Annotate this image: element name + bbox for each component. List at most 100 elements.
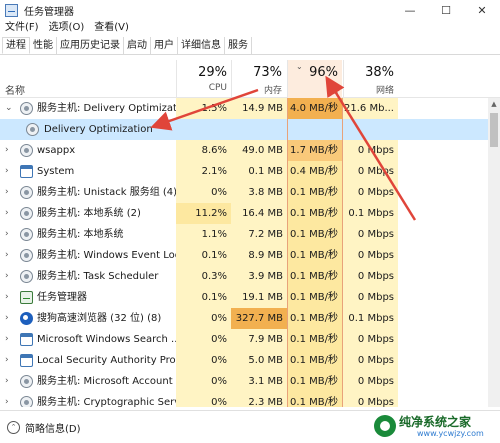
process-name-cell: › 服务主机: Windows Event Log	[0, 245, 176, 266]
window-icon	[20, 165, 33, 178]
gear-icon	[20, 270, 33, 283]
maximize-button[interactable]: ☐	[428, 0, 464, 20]
table-row[interactable]: › 搜狗高速浏览器 (32 位) (8) 0% 327.7 MB 0.1 MB/秒 0.1…	[0, 308, 488, 329]
process-name: 服务主机: 本地系统	[37, 229, 124, 240]
expand-chevron-icon[interactable]: ›	[5, 161, 9, 182]
expand-chevron-icon[interactable]: ›	[5, 245, 9, 266]
fewer-details-link[interactable]: 简略信息(D)	[25, 420, 81, 435]
network-cell: 0 Mbps	[343, 245, 398, 266]
collapse-chevron-icon[interactable]: ⌃	[7, 421, 20, 434]
memory-cell: 3.1 MB	[231, 371, 287, 392]
memory-cell: 0.1 MB	[231, 161, 287, 182]
network-column-header[interactable]: 38% 网络	[343, 60, 398, 98]
expand-chevron-icon[interactable]: ›	[5, 182, 9, 203]
network-cell: 0 Mbps	[343, 266, 398, 287]
memory-column-header[interactable]: 73% 内存	[231, 60, 286, 98]
expand-chevron-icon[interactable]: ›	[5, 224, 9, 245]
tab-startup[interactable]: 启动	[124, 37, 151, 54]
table-row[interactable]: › 服务主机: 本地系统 1.1% 7.2 MB 0.1 MB/秒 0 Mbps	[0, 224, 488, 245]
table-row[interactable]: › 服务主机: Windows Event Log 0.1% 8.9 MB 0.1 MB…	[0, 245, 488, 266]
table-row[interactable]: › 任务管理器 0.1% 19.1 MB 0.1 MB/秒 0 Mbps	[0, 287, 488, 308]
network-cell: 0 Mbps	[343, 287, 398, 308]
tab-app-history[interactable]: 应用历史记录	[57, 37, 124, 54]
gear-icon	[26, 123, 39, 136]
browser-icon	[20, 312, 33, 325]
network-cell: 0 Mbps	[343, 350, 398, 371]
table-row[interactable]: › Local Security Authority Proc... 0% 5.0 M…	[0, 350, 488, 371]
cpu-cell: 8.6%	[176, 140, 231, 161]
tab-details[interactable]: 详细信息	[178, 37, 225, 54]
memory-cell: 3.8 MB	[231, 182, 287, 203]
title-bar: 任务管理器 — ☐ ✕	[0, 0, 500, 20]
process-name-cell: ⌄ 服务主机: Delivery Optimizatio...	[0, 98, 176, 119]
expand-chevron-icon[interactable]: ›	[5, 371, 9, 392]
tab-processes[interactable]: 进程	[2, 37, 30, 54]
network-cell: 21.6 Mb...	[343, 98, 398, 119]
table-row[interactable]: › 服务主机: Microsoft Account ... 0% 3.1 MB 0.1 …	[0, 371, 488, 392]
network-percent: 38%	[365, 65, 394, 80]
watermark-logo-icon	[374, 415, 396, 437]
scroll-up-icon[interactable]: ▲	[488, 98, 500, 110]
process-name: 搜狗高速浏览器 (32 位) (8)	[37, 313, 162, 324]
gear-icon	[20, 228, 33, 241]
table-row[interactable]: › Microsoft Windows Search ... 0% 7.9 MB 0.1…	[0, 329, 488, 350]
network-cell: 0 Mbps	[343, 392, 398, 407]
cpu-cell: 0.3%	[176, 266, 231, 287]
tab-services[interactable]: 服务	[225, 37, 252, 54]
network-cell: 0 Mbps	[343, 371, 398, 392]
expand-chevron-icon[interactable]: ›	[5, 350, 9, 371]
table-row[interactable]: › wsappx 8.6% 49.0 MB 1.7 MB/秒 0 Mbps	[0, 140, 488, 161]
menu-options[interactable]: 选项(O)	[44, 20, 90, 36]
memory-cell	[231, 119, 287, 140]
scroll-thumb[interactable]	[490, 113, 498, 147]
disk-column-header[interactable]: ⌄ 96% 磁	[287, 60, 342, 98]
expand-chevron-icon[interactable]: ›	[5, 140, 9, 161]
tab-performance[interactable]: 性能	[30, 37, 57, 54]
expand-chevron-icon[interactable]: ›	[5, 329, 9, 350]
memory-cell: 7.9 MB	[231, 329, 287, 350]
memory-cell: 327.7 MB	[231, 308, 287, 329]
tab-users[interactable]: 用户	[151, 37, 178, 54]
network-cell: 0 Mbps	[343, 224, 398, 245]
memory-cell: 8.9 MB	[231, 245, 287, 266]
process-name: Microsoft Windows Search ...	[37, 334, 176, 345]
table-row[interactable]: › 服务主机: Unistack 服务组 (4) 0% 3.8 MB 0.1 MB/秒 0…	[0, 182, 488, 203]
menu-file[interactable]: 文件(F)	[0, 20, 44, 36]
close-button[interactable]: ✕	[464, 0, 500, 20]
process-name-cell: › 服务主机: Unistack 服务组 (4)	[0, 182, 176, 203]
vertical-scrollbar[interactable]: ▲	[488, 98, 500, 407]
table-row[interactable]: › 服务主机: 本地系统 (2) 11.2% 16.4 MB 0.1 MB/秒 0.1 M…	[0, 203, 488, 224]
table-row[interactable]: ⌄ 服务主机: Delivery Optimizatio...1.5%14.9 M…	[0, 98, 488, 119]
column-header: 名称 29% CPU 73% 内存 ⌄ 96% 磁 38% 网络	[0, 60, 500, 98]
process-name: 任务管理器	[37, 292, 87, 303]
gear-icon	[20, 375, 33, 388]
process-name-cell: › wsappx	[0, 140, 176, 161]
cpu-cell: 0%	[176, 371, 231, 392]
expand-chevron-icon[interactable]: ›	[5, 287, 9, 308]
minimize-button[interactable]: —	[392, 0, 428, 20]
table-row[interactable]: Delivery Optimization	[0, 119, 488, 140]
table-row[interactable]: › 服务主机: Task Scheduler 0.3% 3.9 MB 0.1 MB/秒 0…	[0, 266, 488, 287]
memory-cell: 19.1 MB	[231, 287, 287, 308]
disk-label: 磁	[328, 86, 338, 96]
expand-chevron-icon[interactable]: ›	[5, 308, 9, 329]
process-name-cell: › Local Security Authority Proc...	[0, 350, 176, 371]
menu-view[interactable]: 查看(V)	[89, 20, 134, 36]
gear-icon	[20, 102, 33, 115]
collapse-chevron-icon[interactable]: ⌄	[5, 98, 13, 119]
table-row[interactable]: › System 2.1% 0.1 MB 0.4 MB/秒 0 Mbps	[0, 161, 488, 182]
disk-cell: 0.4 MB/秒	[287, 161, 343, 182]
network-cell: 0 Mbps	[343, 182, 398, 203]
cpu-column-header[interactable]: 29% CPU	[176, 60, 231, 98]
cpu-cell: 0%	[176, 392, 231, 407]
expand-chevron-icon[interactable]: ›	[5, 266, 9, 287]
cpu-cell: 11.2%	[176, 203, 231, 224]
process-name: 服务主机: Unistack 服务组 (4)	[37, 187, 176, 198]
process-name-cell: › 任务管理器	[0, 287, 176, 308]
process-name: 服务主机: Task Scheduler	[37, 271, 159, 282]
name-column-header[interactable]: 名称	[5, 82, 25, 97]
process-name: 服务主机: Windows Event Log	[37, 250, 176, 261]
expand-chevron-icon[interactable]: ›	[5, 203, 9, 224]
expand-chevron-icon[interactable]: ›	[5, 392, 9, 407]
table-row[interactable]: › 服务主机: Cryptographic Serv... 0% 2.3 MB 0.1 …	[0, 392, 488, 407]
